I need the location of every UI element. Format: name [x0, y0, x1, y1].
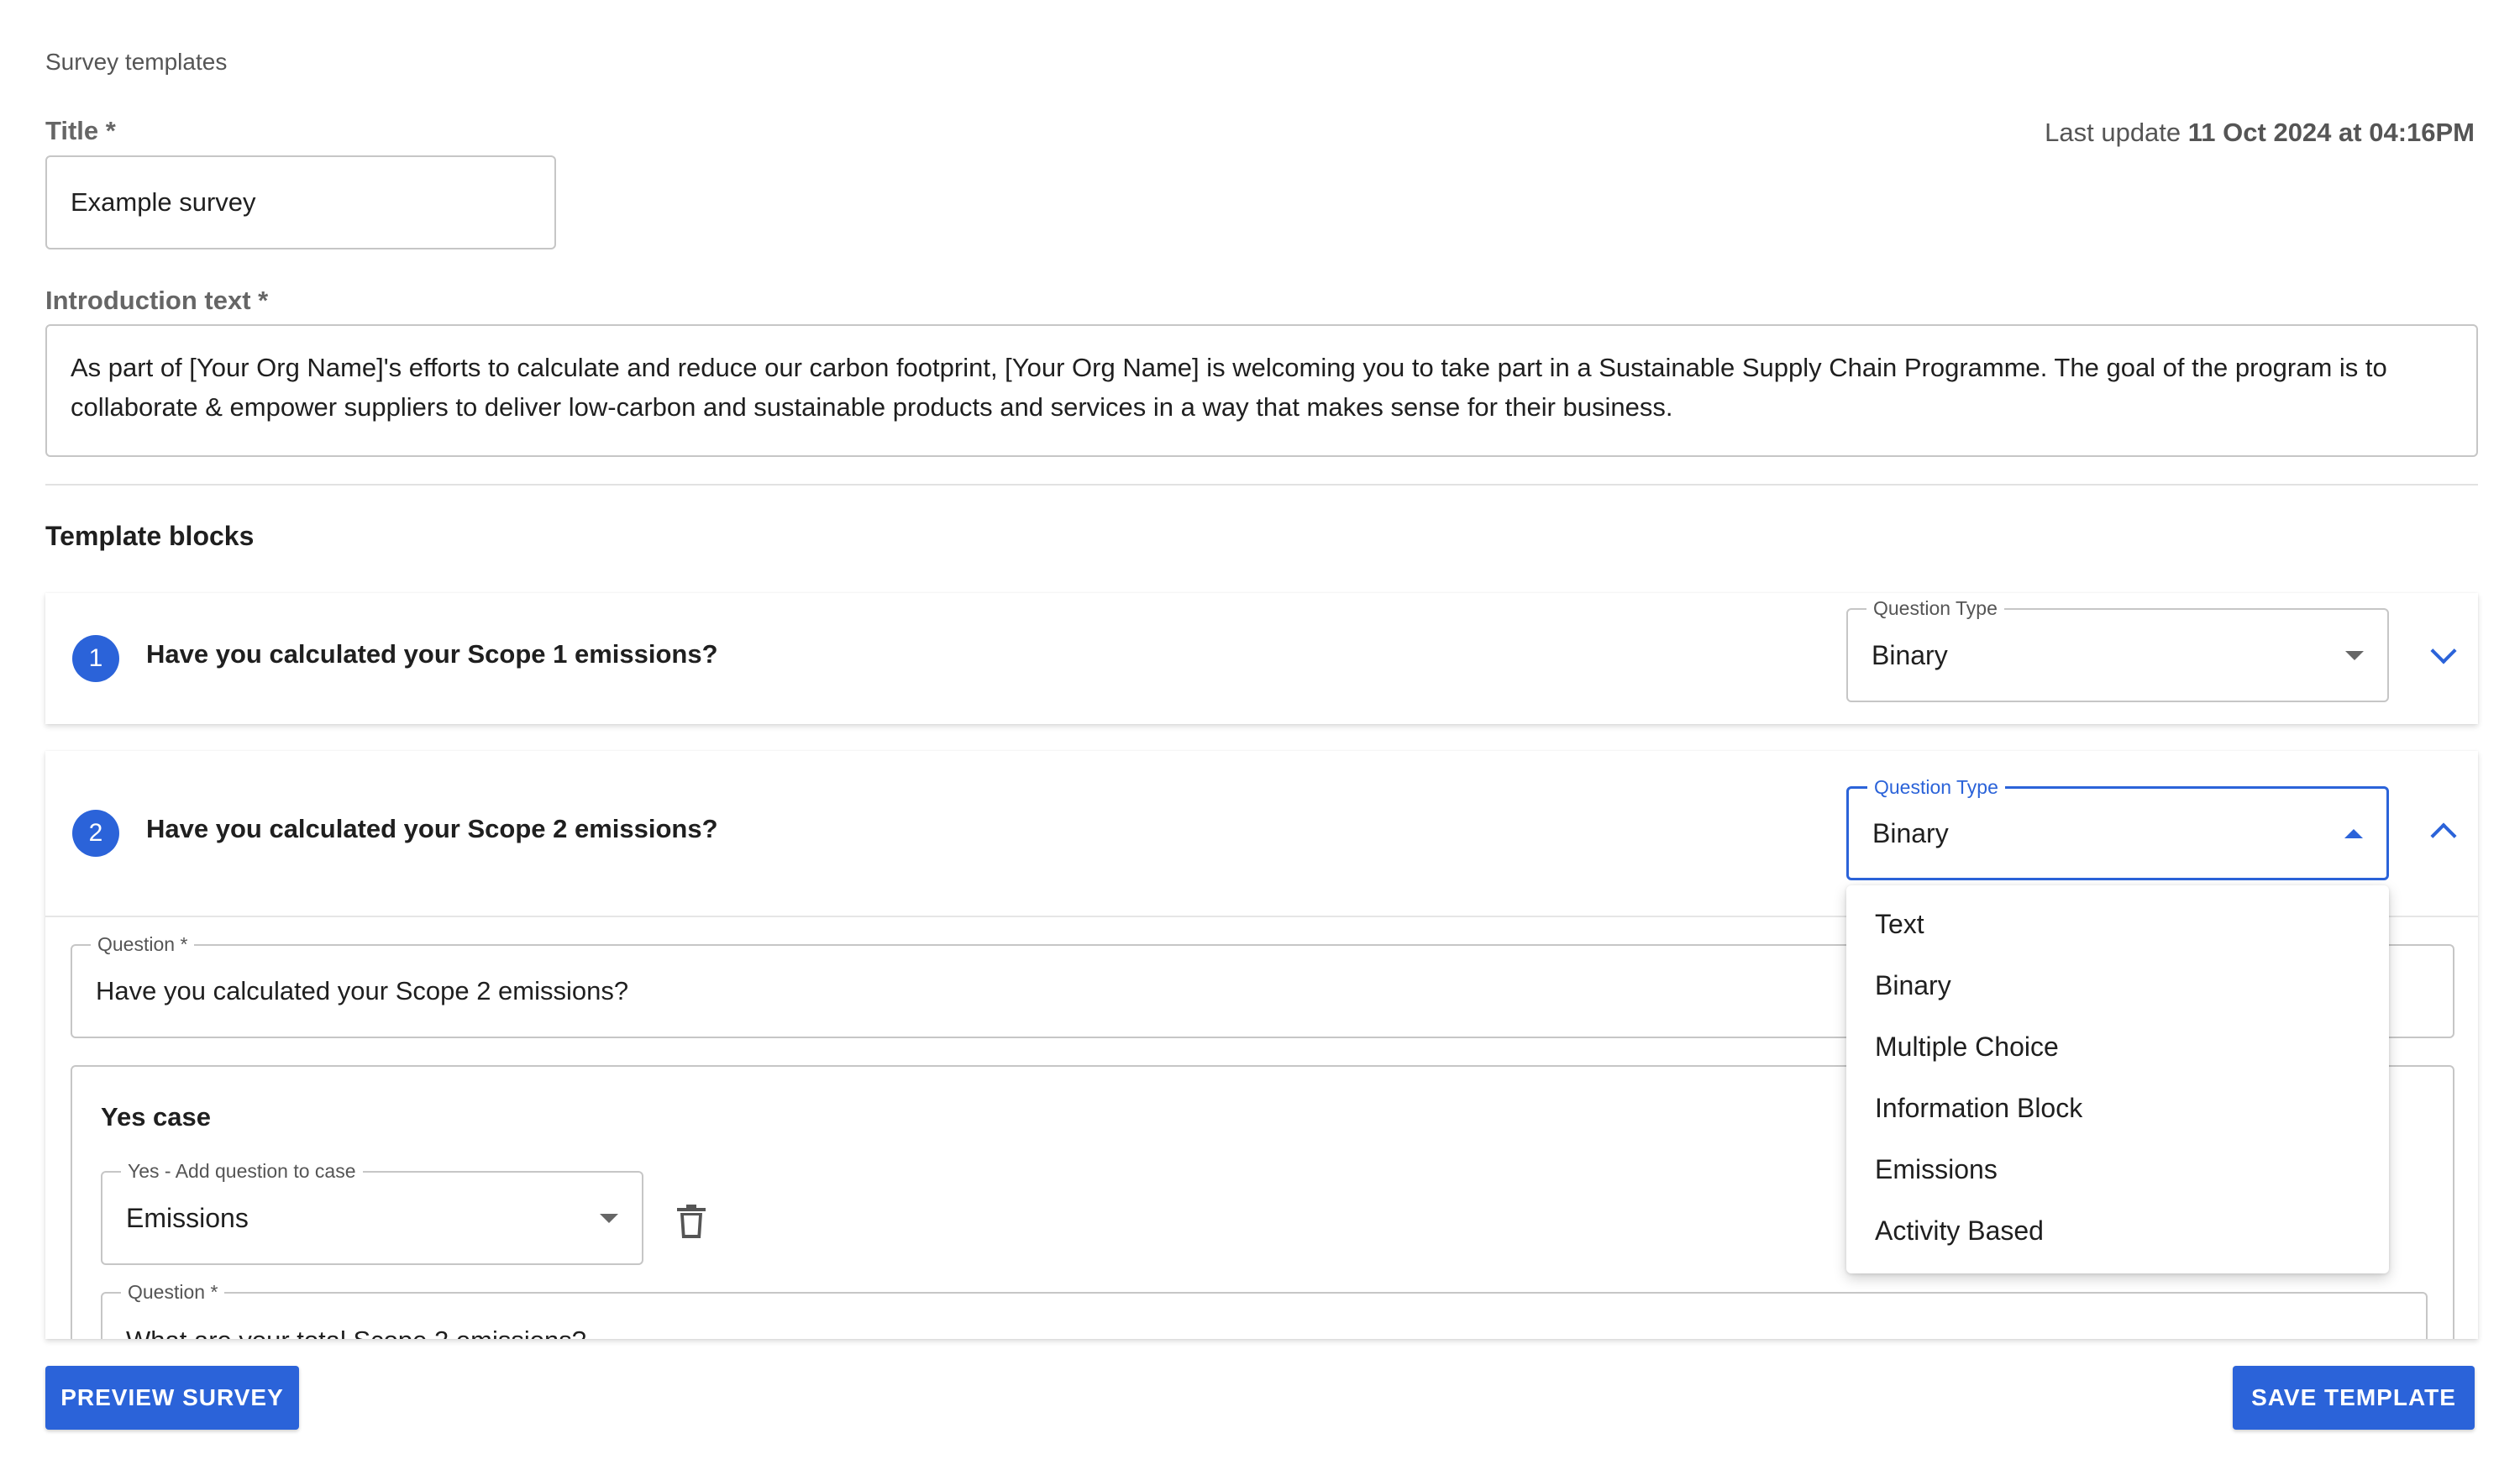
menu-item-activity-based[interactable]: Activity Based [1846, 1200, 2389, 1262]
sub-question-label: Question * [121, 1279, 225, 1305]
divider [45, 484, 2478, 486]
breadcrumb[interactable]: Survey templates [45, 49, 227, 76]
last-update: Last update 11 Oct 2024 at 04:16PM [2045, 118, 2475, 148]
preview-survey-button[interactable]: PREVIEW SURVEY [45, 1366, 299, 1430]
menu-item-binary[interactable]: Binary [1846, 955, 2389, 1016]
menu-item-information-block[interactable]: Information Block [1846, 1078, 2389, 1139]
menu-item-emissions[interactable]: Emissions [1846, 1139, 2389, 1200]
block-number-badge: 2 [72, 810, 119, 857]
menu-item-text[interactable]: Text [1846, 894, 2389, 955]
chevron-up-icon[interactable] [2430, 822, 2457, 849]
block-title: Have you calculated your Scope 2 emissio… [146, 814, 718, 843]
save-template-button[interactable]: SAVE TEMPLATE [2233, 1366, 2475, 1430]
sub-question-value: What are your total Scope 2 emissions? [126, 1324, 586, 1339]
question-type-menu: Text Binary Multiple Choice Information … [1846, 885, 2389, 1273]
last-update-value: 11 Oct 2024 at 04:16PM [2187, 118, 2475, 147]
question-type-select[interactable]: Question Type Binary [1846, 774, 2389, 880]
menu-item-multiple-choice[interactable]: Multiple Choice [1846, 1016, 2389, 1078]
question-type-select[interactable]: Question Type Binary [1846, 596, 2389, 702]
question-type-value: Binary [1872, 640, 1948, 670]
add-question-value: Emissions [126, 1203, 249, 1233]
sub-question-input[interactable]: Question * What are your total Scope 2 e… [101, 1279, 2428, 1339]
question-value: Have you calculated your Scope 2 emissio… [96, 976, 629, 1005]
add-question-select[interactable]: Yes - Add question to case Emissions [101, 1158, 643, 1265]
title-label: Title * [45, 116, 116, 145]
trash-icon[interactable] [677, 1205, 706, 1238]
block-title: Have you calculated your Scope 1 emissio… [146, 639, 718, 669]
chevron-down-icon[interactable] [2430, 638, 2457, 664]
title-input[interactable]: Example survey [45, 155, 556, 249]
template-blocks-heading: Template blocks [45, 521, 255, 551]
yes-case-title: Yes case [101, 1102, 212, 1131]
template-block-1: 1 Have you calculated your Scope 1 emiss… [45, 593, 2478, 724]
caret-down-icon [2345, 651, 2364, 660]
block-number-badge: 1 [72, 635, 119, 682]
caret-up-icon [2344, 829, 2363, 838]
intro-label: Introduction text * [45, 286, 269, 315]
caret-down-icon [600, 1214, 618, 1223]
question-type-value: Binary [1872, 818, 1949, 848]
last-update-prefix: Last update [2045, 118, 2181, 147]
intro-textarea[interactable]: As part of [Your Org Name]'s efforts to … [45, 324, 2478, 457]
